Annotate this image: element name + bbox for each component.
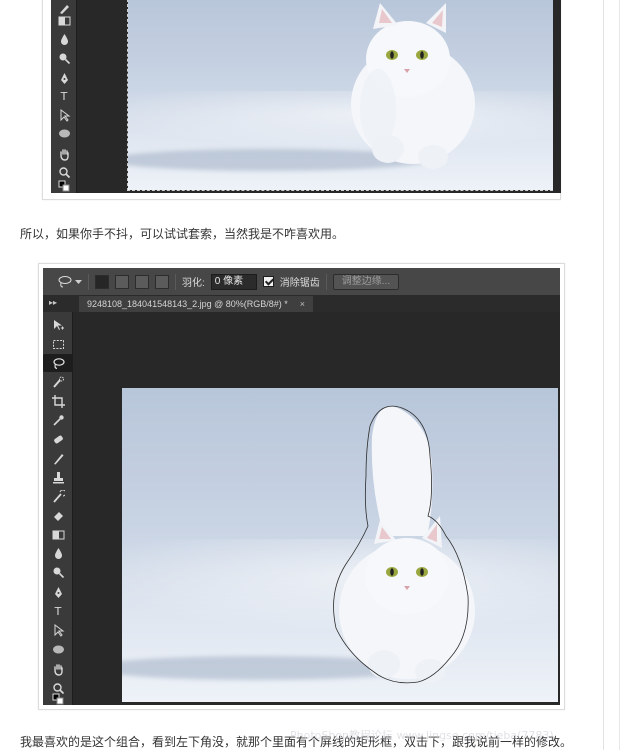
color-swatches-icon[interactable] — [51, 179, 77, 193]
clone-stamp-tool-icon[interactable] — [43, 468, 73, 486]
lasso-tool-icon[interactable] — [43, 354, 73, 372]
marquee-tool-icon[interactable] — [43, 335, 73, 353]
tools-panel: T — [51, 0, 77, 193]
document-canvas-selected[interactable] — [127, 0, 553, 191]
eyedropper-tool-icon[interactable] — [43, 411, 73, 429]
feather-label: 羽化: — [182, 278, 205, 289]
photoshop-screenshot-marquee: T — [42, 0, 561, 200]
type-tool-icon[interactable]: T — [51, 87, 77, 105]
brush-tool-icon[interactable] — [43, 449, 73, 467]
white-cat-image — [333, 405, 475, 684]
add-to-selection-mode-button[interactable] — [115, 274, 129, 289]
color-swatches-icon[interactable] — [43, 693, 73, 705]
tools-panel: T — [43, 312, 73, 705]
cat-photo — [128, 0, 553, 190]
crop-tool-icon[interactable] — [43, 392, 73, 410]
dodge-tool-icon[interactable] — [43, 563, 73, 581]
page-scrollbar-edge — [619, 0, 620, 750]
gradient-tool-icon[interactable] — [51, 11, 77, 29]
new-selection-mode-button[interactable] — [95, 274, 109, 289]
photoshop-screenshot-lasso: 羽化: 0 像素 消除锯齿 调整边缘... ▸▸ 9248108_1840415… — [38, 263, 565, 710]
subtract-from-selection-mode-button[interactable] — [135, 274, 149, 289]
path-selection-tool-icon[interactable] — [43, 621, 73, 639]
pen-tool-icon[interactable] — [51, 69, 77, 87]
cat-photo — [122, 388, 558, 702]
options-bar: 羽化: 0 像素 消除锯齿 调整边缘... — [43, 268, 560, 296]
antialias-checkbox[interactable] — [262, 276, 274, 287]
ellipse-tool-icon[interactable] — [43, 640, 73, 658]
quick-selection-tool-icon[interactable] — [43, 373, 73, 391]
document-canvas[interactable] — [122, 388, 558, 702]
healing-brush-tool-icon[interactable] — [43, 430, 73, 448]
close-icon[interactable]: × — [300, 296, 305, 312]
article-paragraph: 所以，如果你手不抖，可以试试套索，当然我是不咋喜欢用。 — [20, 227, 345, 241]
antialias-label: 消除锯齿 — [279, 278, 320, 289]
document-tab-strip: ▸▸ 9248108_184041548143_2.jpg @ 80%(RGB/… — [43, 296, 560, 312]
blur-tool-icon[interactable] — [51, 30, 77, 48]
ellipse-tool-icon[interactable] — [51, 124, 77, 142]
chevron-down-icon — [75, 279, 82, 284]
hand-tool-icon[interactable] — [51, 145, 77, 163]
page-divider — [603, 0, 604, 750]
intersect-selection-mode-button[interactable] — [155, 274, 169, 289]
path-selection-tool-icon[interactable] — [51, 106, 77, 124]
pen-tool-icon[interactable] — [43, 583, 73, 601]
lasso-preset-picker[interactable] — [57, 275, 82, 289]
gradient-tool-icon[interactable] — [43, 525, 73, 543]
history-brush-tool-icon[interactable] — [43, 487, 73, 505]
document-tab-title: 9248108_184041548143_2.jpg @ 80%(RGB/8#)… — [87, 299, 288, 309]
dodge-tool-icon[interactable] — [51, 49, 77, 67]
feather-input[interactable]: 0 像素 — [210, 273, 257, 290]
move-tool-icon[interactable] — [43, 316, 73, 334]
hand-tool-icon[interactable] — [43, 660, 73, 678]
refine-edge-button[interactable]: 调整边缘... — [332, 273, 400, 290]
blur-tool-icon[interactable] — [43, 544, 73, 562]
eraser-tool-icon[interactable] — [43, 506, 73, 524]
document-tab[interactable]: 9248108_184041548143_2.jpg @ 80%(RGB/8#)… — [79, 296, 314, 312]
panel-collapse-icon[interactable]: ▸▸ — [49, 298, 57, 307]
watermark: PhotoShop教程论坛 www.lingse.com/tieba(7783) — [290, 729, 554, 742]
white-cat-image — [351, 3, 475, 169]
type-tool-icon[interactable]: T — [43, 602, 73, 620]
